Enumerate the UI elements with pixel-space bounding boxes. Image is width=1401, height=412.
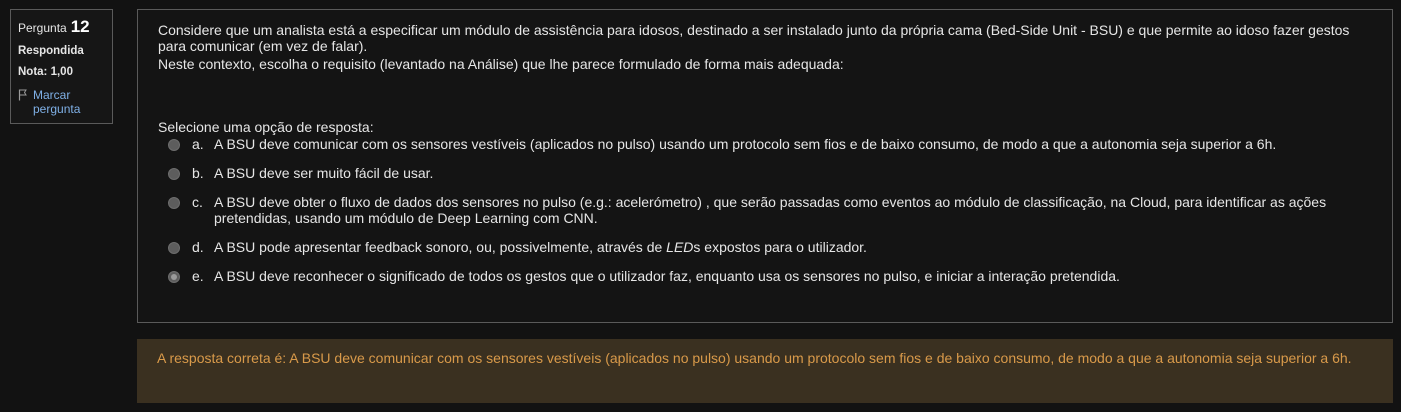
option-d-radio[interactable] [168,242,180,254]
option-c[interactable]: c. A BSU deve obter o fluxo de dados dos… [158,194,1372,226]
option-b-radio[interactable] [168,168,180,180]
question-text-line1: Considere que um analista está a especif… [158,22,1350,54]
question-text: Considere que um analista está a especif… [158,22,1372,72]
correct-answer-text: A resposta correta é: A BSU deve comunic… [157,350,1352,366]
question-content: Considere que um analista está a especif… [137,9,1393,323]
option-b-letter: b. [192,165,204,181]
option-e-letter: e. [192,268,204,284]
option-c-letter: c. [192,194,203,210]
option-d-text-before: A BSU pode apresentar feedback sonoro, o… [214,239,667,255]
option-c-radio[interactable] [168,197,180,209]
flag-icon [18,89,27,101]
option-c-text: A BSU deve obter o fluxo de dados dos se… [214,194,1327,226]
option-b[interactable]: b. A BSU deve ser muito fácil de usar. [158,165,1372,181]
option-d-text-after: s expostos para o utilizador. [693,239,867,255]
option-d-text: A BSU pode apresentar feedback sonoro, o… [214,239,1372,255]
question-text-line2: Neste contexto, escolha o requisito (lev… [158,56,844,72]
question-number: Pergunta 12 [18,17,105,37]
answer-options: a. A BSU deve comunicar com os sensores … [158,136,1372,284]
option-b-text: A BSU deve ser muito fácil de usar. [214,165,434,181]
option-e-text: A BSU deve reconhecer o significado de t… [214,268,1120,284]
option-a-text: A BSU deve comunicar com os sensores ves… [214,136,1277,152]
flag-question-label: Marcar pergunta [33,88,81,116]
option-e-radio[interactable] [168,271,180,283]
option-d-letter: d. [192,239,204,255]
option-d[interactable]: d. A BSU pode apresentar feedback sonoro… [158,239,1372,255]
question-grade: Nota: 1,00 [18,66,73,78]
correct-answer-feedback: A resposta correta é: A BSU deve comunic… [137,339,1393,403]
option-d-text-em: LED [666,239,694,255]
question-label: Pergunta [18,21,67,35]
option-a-radio[interactable] [168,139,180,151]
option-a[interactable]: a. A BSU deve comunicar com os sensores … [158,136,1372,152]
option-e[interactable]: e. A BSU deve reconhecer o significado d… [158,268,1372,284]
answer-prompt: Selecione uma opção de resposta: [158,119,374,135]
question-info-panel: Pergunta 12 Respondida Nota: 1,00 Marcar… [10,9,113,124]
option-a-letter: a. [192,136,204,152]
question-number-value: 12 [70,17,90,36]
question-state: Respondida [18,45,84,57]
flag-question-link[interactable]: Marcar pergunta [18,88,105,116]
